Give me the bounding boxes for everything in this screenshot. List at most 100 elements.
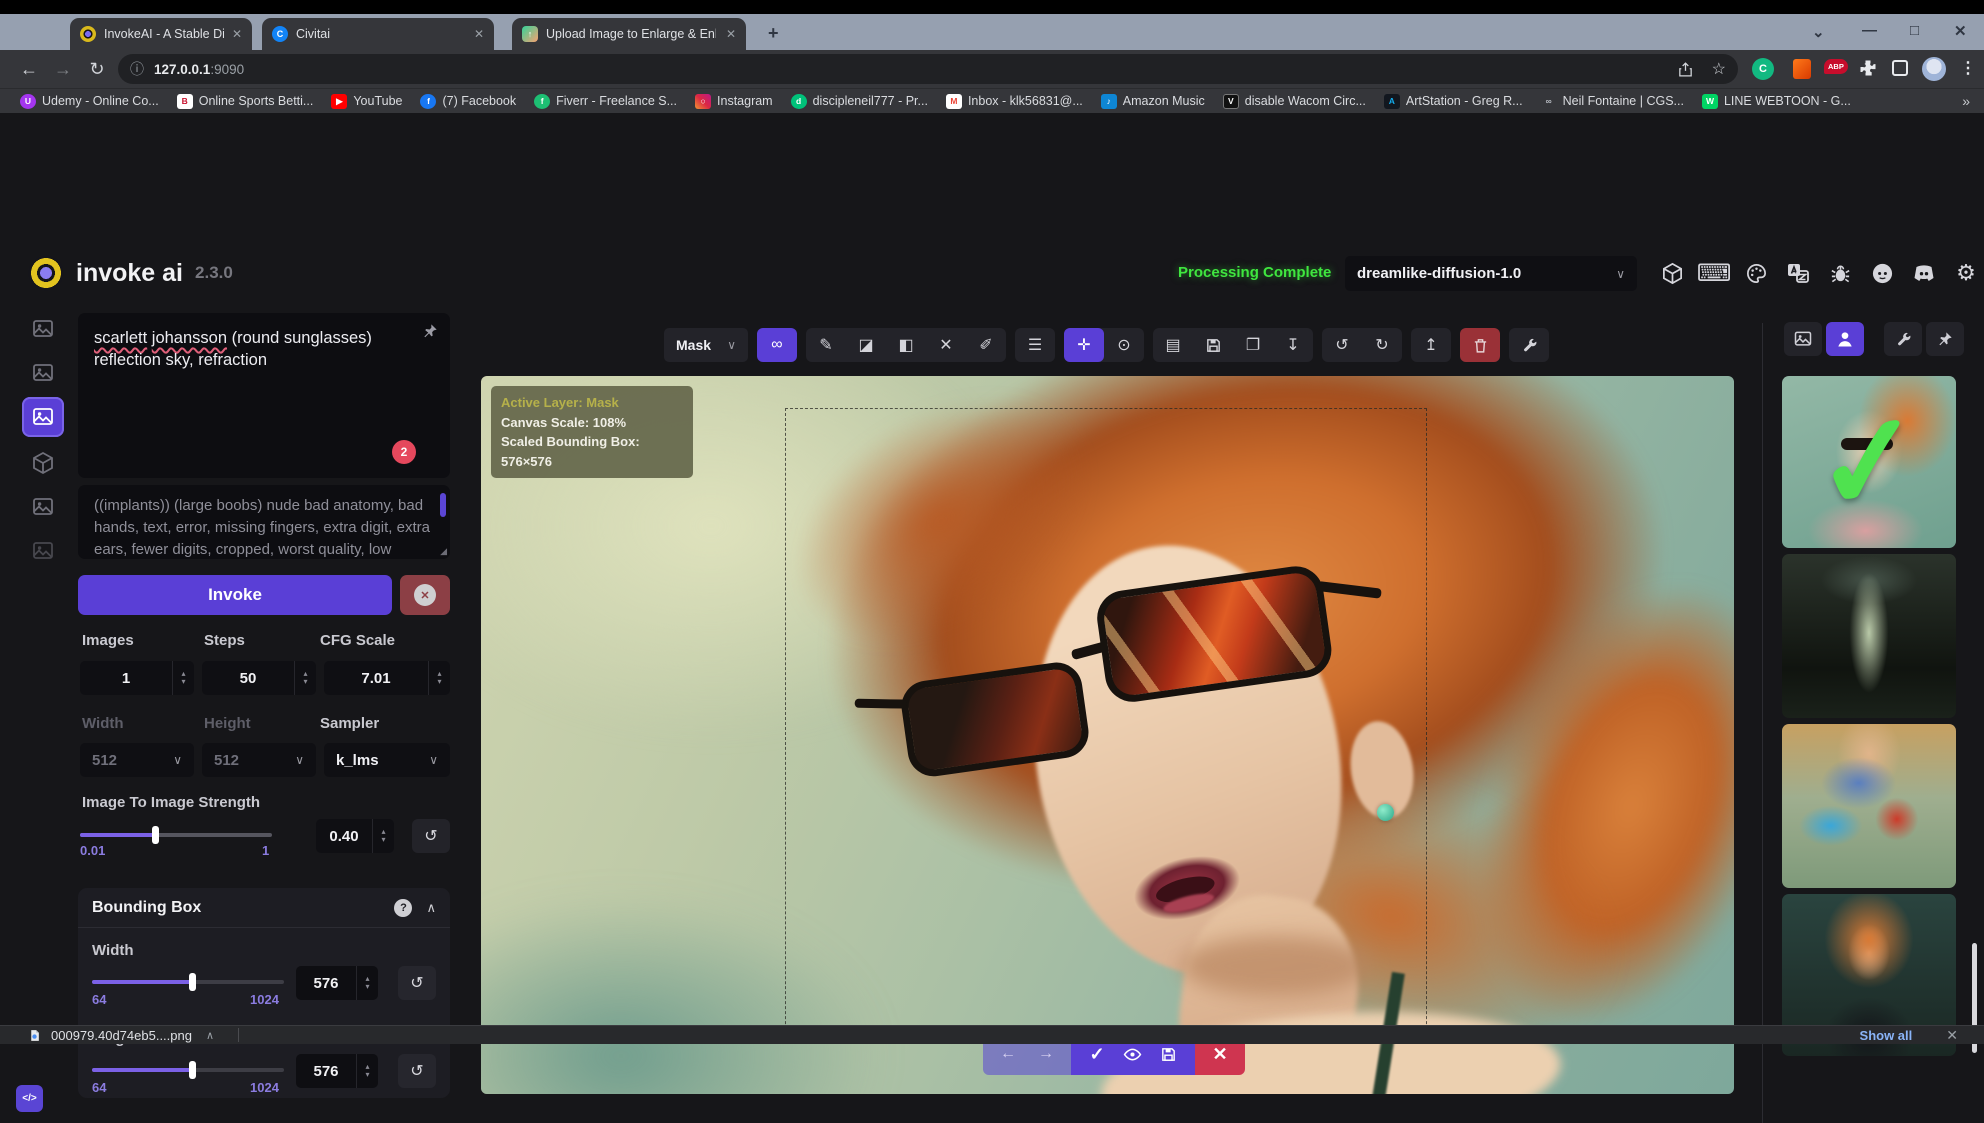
gallery-thumbnail-selected[interactable]: ✓ <box>1782 376 1956 548</box>
bbox-width-stepper[interactable]: 576▴▾ <box>296 966 378 1000</box>
merge-visible-button[interactable]: ▤ <box>1153 328 1193 362</box>
bbox-width-reset[interactable]: ↺ <box>398 966 436 1000</box>
prompt-input[interactable]: scarlett johansson (round sunglasses) re… <box>78 313 450 478</box>
erase-bounding-box-tool[interactable]: ✕ <box>926 328 966 362</box>
adblock-plus-icon[interactable]: ABP <box>1824 59 1848 74</box>
tab-invokeai[interactable]: InvokeAI - A Stable Diffusion Too ✕ <box>70 18 252 50</box>
address-bar[interactable]: ⓘ 127.0.0.1 :9090 ☆ <box>118 54 1738 84</box>
bookmark-online-sports[interactable]: BOnline Sports Betti... <box>171 92 320 111</box>
bookmark-star-icon[interactable]: ☆ <box>1712 59 1726 79</box>
bookmark-wacom[interactable]: Vdisable Wacom Circ... <box>1217 92 1372 111</box>
stepper-arrows[interactable]: ▴▾ <box>294 661 316 695</box>
staging-accept-icon[interactable]: ✓ <box>1089 1044 1104 1065</box>
model-select[interactable]: dreamlike-diffusion-1.0 ∨ <box>1345 256 1637 291</box>
report-bug-icon[interactable] <box>1823 256 1857 290</box>
bbox-height-slider[interactable] <box>92 1060 284 1080</box>
stepper-arrows[interactable]: ▴▾ <box>172 661 194 695</box>
redo-button[interactable]: ↻ <box>1362 328 1402 362</box>
bookmark-discipleneil[interactable]: ddiscipleneil777 - Pr... <box>785 92 934 111</box>
discord-icon[interactable] <box>1907 256 1941 290</box>
gallery-pin-button[interactable] <box>1926 322 1964 356</box>
bbox-height-stepper[interactable]: 576▴▾ <box>296 1054 378 1088</box>
stepper-arrows[interactable]: ▴▾ <box>372 819 394 853</box>
tab-text-to-image[interactable] <box>22 309 64 349</box>
staging-next-icon[interactable]: → <box>1038 1045 1054 1063</box>
bookmark-amazon-music[interactable]: ♪Amazon Music <box>1095 92 1211 111</box>
bounding-box-header[interactable]: Bounding Box ? ∧ <box>78 888 450 928</box>
upload-image-button[interactable]: ↥ <box>1411 328 1451 362</box>
extension-orange-icon[interactable] <box>1793 59 1811 79</box>
console-toggle-button[interactable]: </> <box>16 1085 43 1112</box>
tab-unified-canvas[interactable] <box>22 397 64 437</box>
bookmark-udemy[interactable]: UUdemy - Online Co... <box>14 92 165 111</box>
strength-slider[interactable] <box>80 825 272 845</box>
minimize-button[interactable]: — <box>1862 22 1877 39</box>
collapse-icon[interactable]: ∧ <box>426 900 436 916</box>
color-picker-tool[interactable]: ✐ <box>966 328 1006 362</box>
canvas-bounding-box[interactable] <box>785 408 1427 1044</box>
slider-handle[interactable] <box>152 826 159 844</box>
help-icon[interactable]: ? <box>394 899 412 917</box>
reload-icon[interactable]: ↻ <box>80 59 114 80</box>
gallery-images-button[interactable] <box>1784 322 1822 356</box>
bookmarks-overflow-icon[interactable]: » <box>1962 93 1970 109</box>
staging-save-icon[interactable] <box>1160 1046 1177 1063</box>
bookmark-facebook[interactable]: f(7) Facebook <box>414 92 522 111</box>
bookmark-instagram[interactable]: ○Instagram <box>689 92 779 111</box>
settings-gear-icon[interactable]: ⚙ <box>1949 256 1983 290</box>
tab-post-processing[interactable] <box>22 487 64 527</box>
stepper-down-icon[interactable]: ▾ <box>365 1071 369 1079</box>
back-icon[interactable]: ← <box>12 59 46 80</box>
bookmark-artstation[interactable]: AArtStation - Greg R... <box>1378 92 1529 111</box>
gallery-thumbnail-2[interactable] <box>1782 554 1956 718</box>
theme-palette-icon[interactable] <box>1739 256 1773 290</box>
gallery-settings-wrench-button[interactable] <box>1884 322 1922 356</box>
gallery-thumbnail-3[interactable] <box>1782 724 1956 888</box>
share-icon[interactable] <box>1677 61 1694 78</box>
bookmark-inbox[interactable]: MInbox - klk56831@... <box>940 92 1089 111</box>
stepper-arrows[interactable]: ▴▾ <box>356 1054 378 1088</box>
steps-stepper[interactable]: 50▴▾ <box>202 661 316 695</box>
bookmark-neil-fontaine[interactable]: ∞Neil Fontaine | CGS... <box>1535 92 1690 111</box>
stepper-down-icon[interactable]: ▾ <box>437 678 441 686</box>
cfg-scale-stepper[interactable]: 7.01▴▾ <box>324 661 450 695</box>
tab-close-icon[interactable]: ✕ <box>726 27 736 41</box>
brush-options-button[interactable]: ☰ <box>1015 328 1055 362</box>
brush-tool[interactable]: ✎ <box>806 328 846 362</box>
extensions-puzzle-icon[interactable] <box>1858 58 1878 78</box>
undo-button[interactable]: ↺ <box>1322 328 1362 362</box>
bookmark-youtube[interactable]: ▶YouTube <box>325 92 408 111</box>
forward-icon[interactable]: → <box>46 59 80 80</box>
strength-stepper[interactable]: 0.40▴▾ <box>316 819 394 853</box>
bookmark-line-webtoon[interactable]: WLINE WEBTOON - G... <box>1696 92 1857 111</box>
new-tab-button[interactable]: + <box>768 23 779 44</box>
bookmark-fiverr[interactable]: fFiverr - Freelance S... <box>528 92 683 111</box>
tab-civitai[interactable]: C Civitai ✕ <box>262 18 494 50</box>
canvas-settings-button[interactable] <box>1509 328 1549 362</box>
stepper-down-icon[interactable]: ▾ <box>303 678 307 686</box>
staging-show-hide-icon[interactable] <box>1123 1045 1142 1064</box>
stepper-up-icon[interactable]: ▴ <box>365 1063 369 1071</box>
hotkeys-keyboard-icon[interactable]: ⌨ <box>1697 256 1731 290</box>
bbox-width-slider[interactable] <box>92 972 284 992</box>
invoke-button[interactable]: Invoke <box>78 575 392 615</box>
download-filename[interactable]: 000979.40d74eb5....png <box>51 1028 192 1043</box>
tab-close-icon[interactable]: ✕ <box>474 27 484 41</box>
site-info-icon[interactable]: ⓘ <box>130 59 144 79</box>
mask-layer-select[interactable]: Mask∨ <box>664 328 748 362</box>
profile-avatar[interactable] <box>1922 57 1946 81</box>
reset-view-button[interactable]: ⊙ <box>1104 328 1144 362</box>
stepper-arrows[interactable]: ▴▾ <box>428 661 450 695</box>
gallery-person-button[interactable] <box>1826 322 1864 356</box>
close-window-button[interactable]: ✕ <box>1954 22 1967 40</box>
resize-handle-icon[interactable]: ◢ <box>440 546 447 557</box>
stepper-down-icon[interactable]: ▾ <box>381 836 385 844</box>
save-to-gallery-button[interactable] <box>1193 328 1233 362</box>
tab-training[interactable] <box>22 531 64 571</box>
clear-canvas-button[interactable] <box>1460 328 1500 362</box>
eraser-tool[interactable]: ◪ <box>846 328 886 362</box>
unified-canvas[interactable]: Active Layer: Mask Canvas Scale: 108% Sc… <box>481 376 1734 1094</box>
show-all-link[interactable]: Show all <box>1860 1028 1913 1043</box>
stepper-down-icon[interactable]: ▾ <box>365 983 369 991</box>
copy-to-clipboard-button[interactable]: ❐ <box>1233 328 1273 362</box>
